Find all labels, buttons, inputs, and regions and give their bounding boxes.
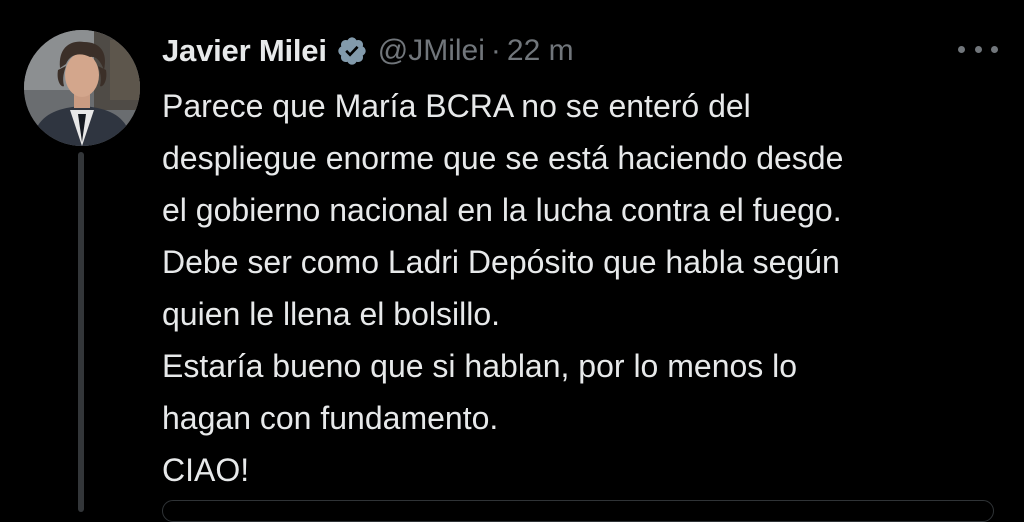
author-name[interactable]: Javier Milei (162, 33, 327, 69)
tweet-text-line: despliegue enorme que se está haciendo d… (162, 140, 844, 176)
author-handle[interactable]: @JMilei (378, 34, 485, 68)
embedded-card-edge[interactable] (162, 500, 994, 522)
header-separator: · (490, 34, 501, 67)
avatar-image (24, 30, 140, 146)
more-dot (974, 45, 982, 53)
verified-badge-icon (336, 35, 368, 67)
more-dot (991, 45, 998, 53)
tweet-header: Javier Milei @JMilei · 22 m (162, 28, 574, 74)
tweet-text-line: Estaría bueno que si hablan, por lo meno… (162, 348, 798, 384)
tweet-text: Parece que María BCRA no se enteró del d… (162, 80, 1012, 496)
thread-connector-line (78, 152, 84, 512)
tweet-text-line: Debe ser como Ladri Depósito que habla s… (162, 244, 840, 280)
tweet-text-line: el gobierno nacional en la lucha contra … (162, 192, 842, 228)
more-options-icon[interactable] (958, 40, 998, 58)
tweet-text-line: hagan con fundamento. (162, 400, 499, 436)
more-dot (958, 45, 965, 53)
tweet-text-line: CIAO! (162, 452, 250, 488)
tweet-text-line: Parece que María BCRA no se enteró del (162, 88, 751, 124)
tweet-timestamp[interactable]: 22 m (507, 34, 574, 68)
avatar[interactable] (24, 30, 140, 146)
tweet[interactable]: Javier Milei @JMilei · 22 m Parece que M… (0, 0, 1024, 522)
tweet-text-line: quien le llena el bolsillo. (162, 296, 500, 332)
